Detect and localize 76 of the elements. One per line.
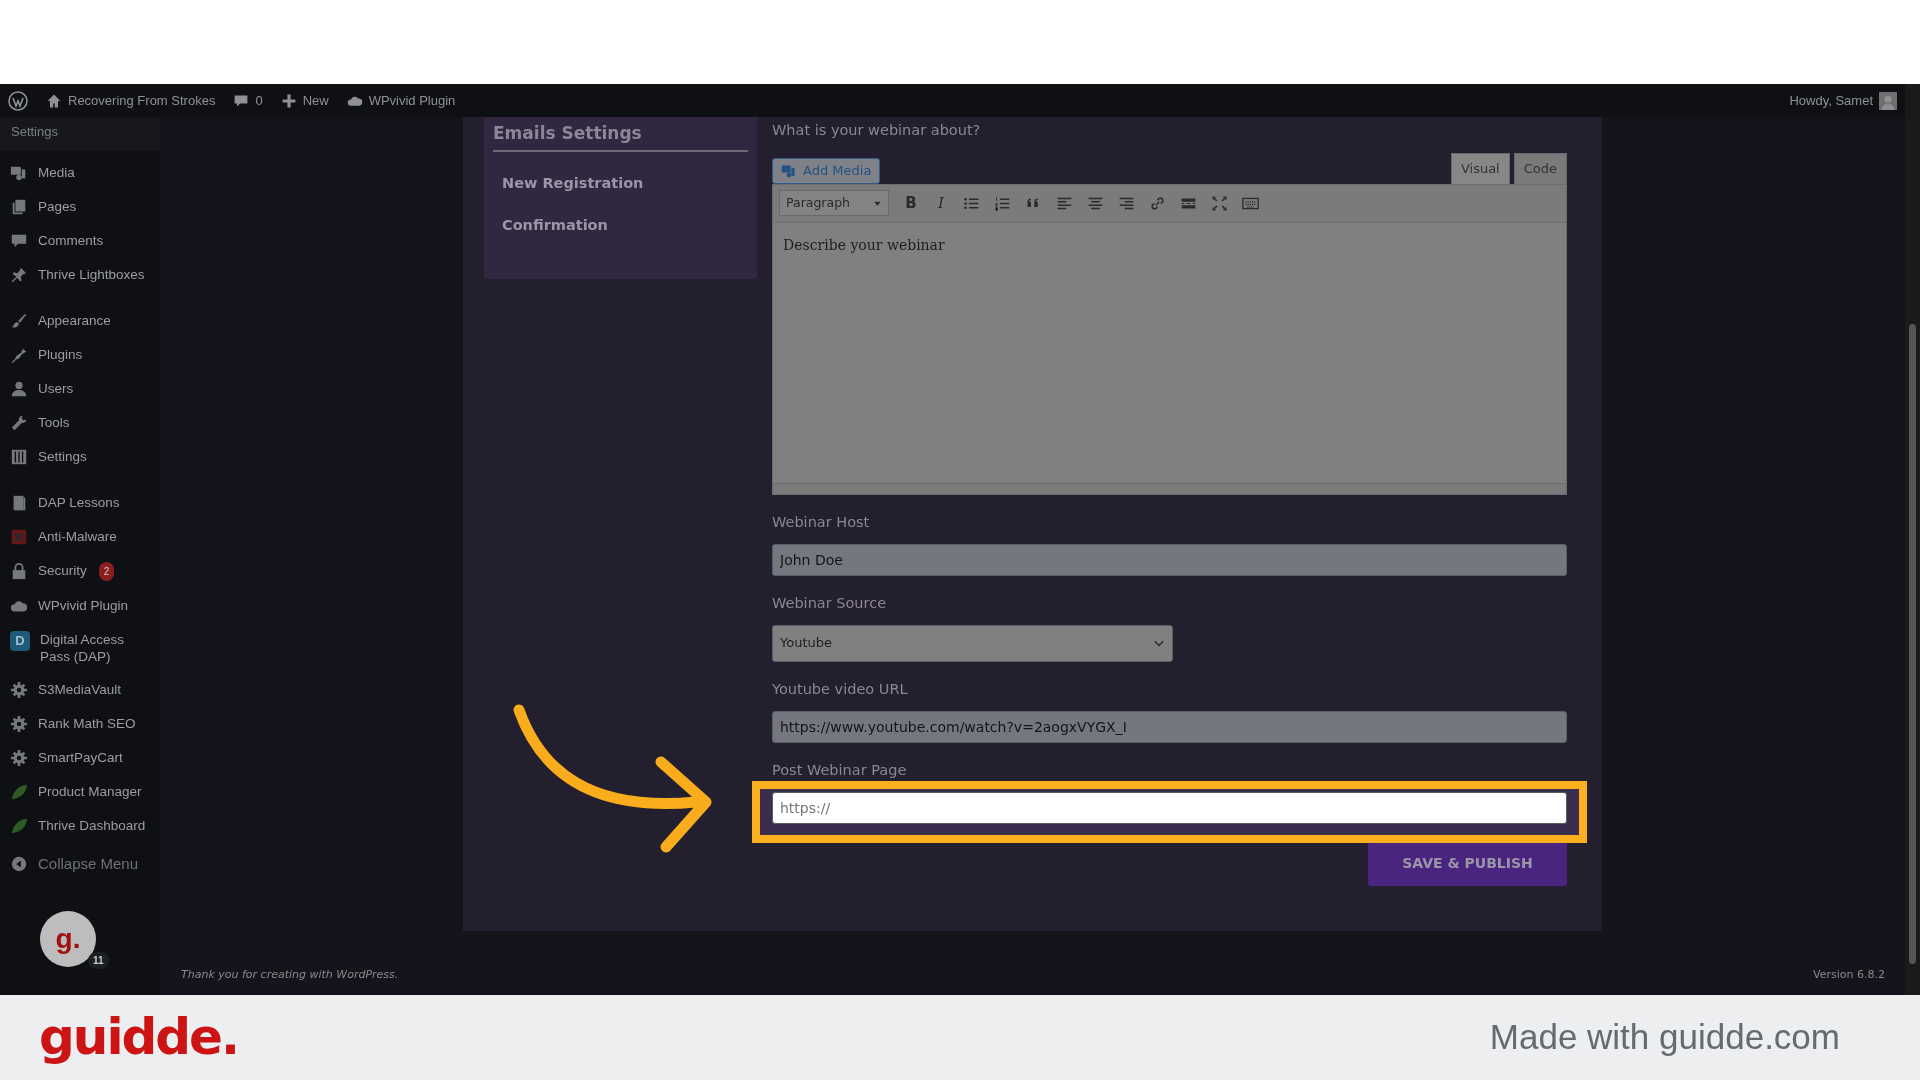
- select-field[interactable]: Youtube: [772, 624, 1173, 662]
- avatar-count: 11: [88, 951, 109, 969]
- greeting-text[interactable]: Howdy, Samet: [1789, 90, 1873, 111]
- fullscreen-icon[interactable]: [1211, 194, 1228, 212]
- footer-credit: Thank you for creating with WordPress.: [181, 966, 399, 983]
- comment-icon: [233, 92, 250, 109]
- gear-icon: [10, 680, 28, 699]
- user-icon: [10, 379, 28, 398]
- comments-count[interactable]: 0: [255, 90, 263, 111]
- link-icon[interactable]: [1149, 194, 1166, 212]
- nav-title: Emails Settings: [493, 119, 748, 152]
- gear-icon: [10, 714, 28, 733]
- field-label: Youtube video URL: [772, 679, 909, 699]
- wrench-icon: [10, 413, 28, 432]
- media-icon: [781, 162, 797, 179]
- nav-item[interactable]: New Registration: [493, 172, 748, 195]
- format-dropdown[interactable]: Paragraph: [779, 190, 889, 216]
- menu-item[interactable]: Appearance: [38, 311, 111, 329]
- tagline-text: Made with guidde.com: [1489, 1016, 1840, 1059]
- menu-item[interactable]: Thrive Lightboxes: [38, 265, 145, 283]
- site-link[interactable]: Recovering From Strokes: [68, 90, 216, 111]
- scroll-thumb[interactable]: [1909, 324, 1916, 964]
- editor-text: Describe your webinar: [783, 235, 946, 255]
- avatar-letter: g.: [55, 921, 81, 956]
- menu-item[interactable]: Media: [38, 163, 75, 181]
- gear-icon: [10, 748, 28, 767]
- menu-item[interactable]: Comments: [38, 231, 104, 249]
- notification-badge: 2: [98, 561, 115, 581]
- menu-item[interactable]: Settings: [38, 447, 87, 465]
- user-avatar-icon: [1879, 91, 1897, 110]
- pages-icon: [10, 197, 28, 216]
- tile-icon: D: [10, 630, 30, 651]
- brush-icon: [10, 311, 28, 330]
- bug-icon: [10, 527, 28, 546]
- field-label: Post Webinar Page: [772, 760, 908, 780]
- collapse-icon: [10, 854, 28, 873]
- scrollbar[interactable]: [1905, 84, 1920, 995]
- guidde-logo: guidde.: [39, 1007, 238, 1068]
- menu-section-title[interactable]: Settings: [0, 117, 160, 151]
- pin-icon: [10, 265, 28, 284]
- input-field[interactable]: John Doe: [772, 543, 1567, 576]
- field-label: Webinar Host: [772, 512, 871, 532]
- menu-item[interactable]: Thrive Dashboard: [38, 816, 146, 834]
- editor-tab[interactable]: Visual: [1450, 153, 1510, 184]
- field-label: What is your webinar about?: [772, 121, 982, 140]
- bold-button[interactable]: B: [903, 191, 919, 215]
- field-label: Webinar Source: [772, 593, 888, 613]
- wordpress-logo-icon: [8, 90, 28, 111]
- new-link[interactable]: New: [302, 90, 329, 111]
- save-publish-button[interactable]: SAVE & PUBLISH: [1368, 840, 1567, 886]
- plus-icon: [280, 92, 297, 109]
- input-field[interactable]: https://www.youtube.com/watch?v=2aogxVYGX_I: [772, 710, 1567, 743]
- menu-item[interactable]: Tools: [38, 413, 70, 431]
- menu-item[interactable]: Anti-Malware: [38, 527, 117, 545]
- menu-item[interactable]: Rank Math SEO: [38, 714, 136, 732]
- leaf-icon: [10, 782, 28, 801]
- leaf-icon: [10, 816, 28, 835]
- menu-item[interactable]: S3MediaVault: [38, 680, 122, 698]
- menu-item[interactable]: WPvivid Plugin: [38, 596, 129, 614]
- collapse-menu[interactable]: Collapse Menu: [38, 854, 139, 872]
- menu-item[interactable]: DAP Lessons: [38, 493, 120, 511]
- nav-item[interactable]: Confirmation: [493, 215, 748, 237]
- menu-item[interactable]: Plugins: [38, 345, 83, 363]
- version-text: Version 6.8.2: [1813, 966, 1885, 983]
- menu-item[interactable]: Digital Access Pass (DAP): [40, 630, 150, 665]
- lock-icon: [10, 561, 28, 580]
- menu-item[interactable]: Pages: [38, 197, 77, 215]
- home-icon: [46, 92, 62, 109]
- menu-item[interactable]: SmartPayCart: [38, 748, 123, 766]
- plugin-link[interactable]: WPvivid Plugin: [368, 90, 456, 111]
- menu-item[interactable]: Users: [38, 379, 74, 397]
- menu-item[interactable]: Security: [38, 561, 87, 579]
- italic-button[interactable]: I: [933, 191, 949, 215]
- sliders-icon: [10, 447, 28, 466]
- input-field[interactable]: https://: [772, 791, 1567, 824]
- menu-item[interactable]: Product Manager: [38, 782, 142, 800]
